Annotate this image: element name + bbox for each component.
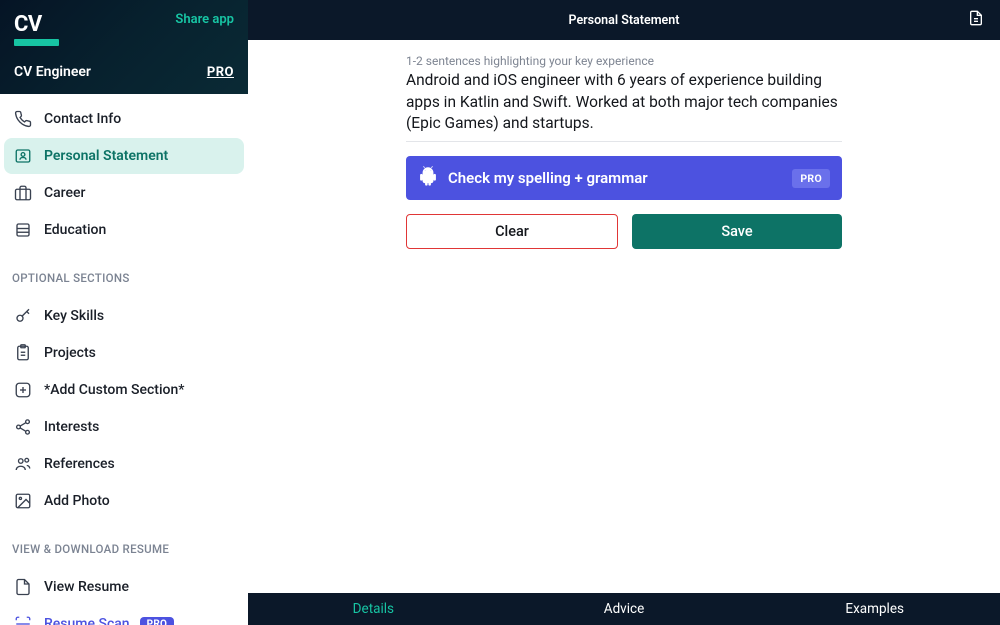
file-icon: [14, 578, 32, 596]
plus-square-icon: [14, 381, 32, 399]
nav-label: Projects: [44, 345, 96, 361]
main-area: Personal Statement 1-2 sentences highlig…: [248, 0, 1000, 625]
sidebar-item-interests[interactable]: Interests: [4, 409, 244, 445]
key-icon: [14, 307, 32, 325]
input-hint: 1-2 sentences highlighting your key expe…: [406, 54, 842, 68]
app-name: CV Engineer: [14, 64, 91, 80]
logo-underline: [14, 39, 59, 46]
sidebar-item-key-skills[interactable]: Key Skills: [4, 298, 244, 334]
sidebar-item-add-photo[interactable]: Add Photo: [4, 483, 244, 519]
nav-main-sections: Contact Info Personal Statement Career E…: [0, 94, 248, 255]
share-nodes-icon: [14, 418, 32, 436]
document-icon[interactable]: [968, 10, 984, 30]
page-title: Personal Statement: [569, 13, 680, 28]
nav-label: Key Skills: [44, 308, 104, 324]
sidebar-item-add-custom[interactable]: *Add Custom Section*: [4, 372, 244, 408]
image-icon: [14, 492, 32, 510]
nav-label: Career: [44, 185, 85, 201]
nav-label: View Resume: [44, 579, 129, 595]
bottom-tabs: Details Advice Examples: [248, 593, 1000, 625]
tab-details[interactable]: Details: [248, 593, 499, 625]
briefcase-icon: [14, 184, 32, 202]
nav-label: Personal Statement: [44, 148, 168, 164]
share-app-link[interactable]: Share app: [175, 12, 234, 27]
action-buttons: Clear Save: [406, 214, 842, 249]
view-download-header: VIEW & DOWNLOAD RESUME: [0, 526, 248, 562]
personal-statement-input[interactable]: Android and iOS engineer with 6 years of…: [406, 70, 842, 142]
top-bar: Personal Statement: [248, 0, 1000, 40]
sidebar-item-personal-statement[interactable]: Personal Statement: [4, 138, 244, 174]
nav-label: Interests: [44, 419, 99, 435]
nav-label: Contact Info: [44, 111, 121, 127]
nav-view-sections: View Resume Resume Scan PRO Download Res…: [0, 562, 248, 625]
scan-icon: [14, 615, 32, 625]
sidebar-item-resume-scan[interactable]: Resume Scan PRO: [4, 606, 244, 625]
check-spelling-button[interactable]: Check my spelling + grammar PRO: [406, 156, 842, 200]
sidebar-item-career[interactable]: Career: [4, 175, 244, 211]
tab-examples[interactable]: Examples: [749, 593, 1000, 625]
android-icon: [418, 166, 438, 190]
nav-label: Education: [44, 222, 106, 238]
nav-optional-sections: Key Skills Projects *Add Custom Section*…: [0, 291, 248, 526]
layers-icon: [14, 221, 32, 239]
nav-label: Resume Scan: [44, 616, 130, 625]
tab-advice[interactable]: Advice: [499, 593, 750, 625]
logo: CV: [14, 12, 59, 46]
sidebar-item-references[interactable]: References: [4, 446, 244, 482]
clear-button[interactable]: Clear: [406, 214, 618, 249]
nav-label: References: [44, 456, 115, 472]
sidebar-item-projects[interactable]: Projects: [4, 335, 244, 371]
nav-label: Add Photo: [44, 493, 110, 509]
pro-badge: PRO: [140, 617, 175, 625]
pro-link[interactable]: PRO: [207, 65, 234, 80]
content-area: 1-2 sentences highlighting your key expe…: [248, 40, 1000, 593]
sidebar-item-education[interactable]: Education: [4, 212, 244, 248]
sidebar: CV Share app CV Engineer PRO Contact Inf…: [0, 0, 248, 625]
sidebar-item-view-resume[interactable]: View Resume: [4, 569, 244, 605]
person-card-icon: [14, 147, 32, 165]
clipboard-icon: [14, 344, 32, 362]
phone-icon: [14, 110, 32, 128]
check-button-label: Check my spelling + grammar: [448, 169, 648, 187]
optional-sections-header: OPTIONAL SECTIONS: [0, 255, 248, 291]
people-icon: [14, 455, 32, 473]
save-button[interactable]: Save: [632, 214, 842, 249]
pro-badge: PRO: [792, 169, 830, 188]
sidebar-item-contact-info[interactable]: Contact Info: [4, 101, 244, 137]
nav-label: *Add Custom Section*: [44, 382, 184, 398]
sidebar-header: CV Share app CV Engineer PRO: [0, 0, 248, 94]
